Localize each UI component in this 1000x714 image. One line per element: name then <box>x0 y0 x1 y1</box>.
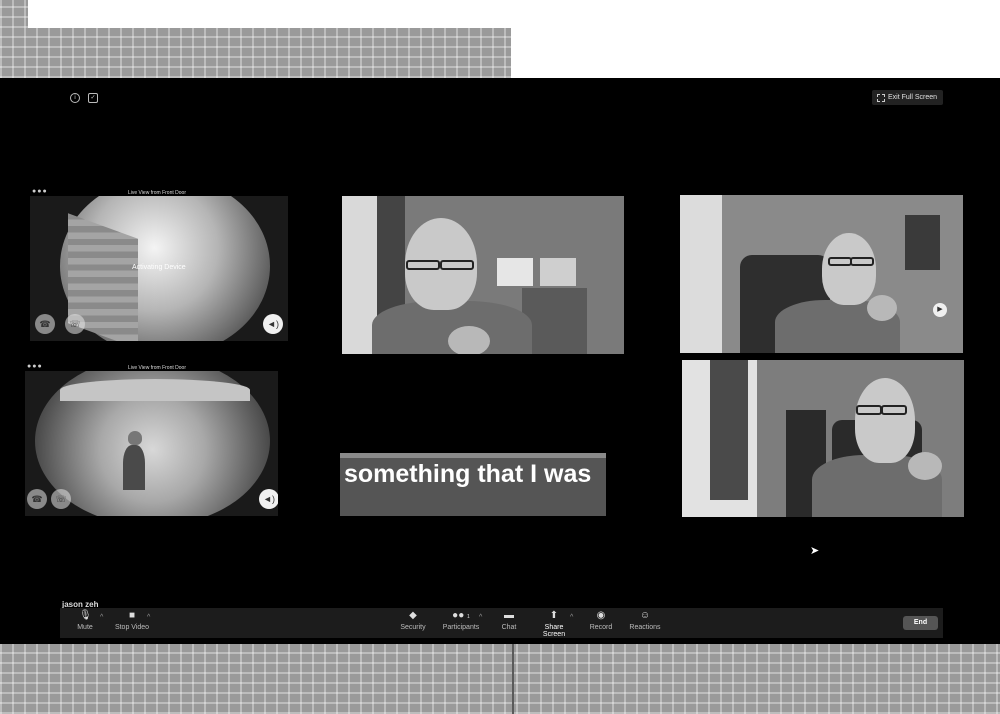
chevron-up-icon[interactable]: ^ <box>147 614 150 621</box>
mouse-cursor-icon: ➤ <box>810 545 820 557</box>
crate <box>497 258 533 286</box>
video-tile-front-door-top[interactable]: Activating Device ☎ ☏ ◄) <box>30 196 288 341</box>
person-head <box>822 233 876 305</box>
video-tile-front-door-bottom[interactable]: ☎ ☏ ◄) <box>25 371 278 516</box>
door <box>377 196 405 321</box>
glasses <box>828 257 852 266</box>
chevron-up-icon[interactable]: ^ <box>570 614 573 621</box>
microphone <box>867 295 897 321</box>
video-camera-icon: ■ <box>128 610 136 621</box>
shield-icon[interactable]: ✓ <box>88 93 98 103</box>
shield-icon: ◆ <box>409 610 417 621</box>
speaker-button[interactable]: ◄) <box>259 489 278 509</box>
share-screen-icon: ⬆ <box>549 610 559 621</box>
window-dots: ●●● <box>32 188 48 195</box>
chevron-up-icon[interactable]: ^ <box>479 614 482 621</box>
reactions-icon: ☺ <box>639 610 651 621</box>
chevron-up-icon[interactable]: ^ <box>100 614 103 621</box>
decline-call-button[interactable]: ☎ <box>35 314 55 334</box>
glasses <box>856 405 882 415</box>
participants-icon: ●● 1 <box>452 610 470 621</box>
video-tile-participant-right-bottom[interactable] <box>682 360 964 517</box>
play-button[interactable]: ▶ <box>933 303 947 317</box>
zoom-meeting-window: i ✓ Exit Full Screen ●●● Live View from … <box>0 78 1000 644</box>
porch-ceiling <box>60 379 250 401</box>
participants-button[interactable]: ●● 1 Participants <box>441 610 481 632</box>
end-meeting-button[interactable]: End <box>903 616 938 630</box>
glasses <box>850 257 874 266</box>
background-pattern <box>0 0 28 28</box>
info-icon[interactable]: i <box>70 93 80 103</box>
video-tile-participant-center[interactable] <box>342 196 624 354</box>
decline-call-button[interactable]: ☎ <box>27 489 47 509</box>
microphone <box>908 452 942 480</box>
reactions-button[interactable]: ☺ Reactions <box>628 610 662 632</box>
security-button[interactable]: ◆ Security <box>398 610 428 632</box>
video-tile-participant-right-top[interactable]: ▶ <box>680 195 963 353</box>
exit-full-screen-icon <box>877 94 885 102</box>
meeting-toolbar: 🎙 Mute ^ ■ Stop Video ^ ◆ Security ●● 1 … <box>60 608 943 638</box>
microphone <box>448 326 490 354</box>
chat-icon: ▬ <box>504 610 514 621</box>
record-icon: ◉ <box>596 610 606 621</box>
background-pattern <box>0 644 1000 714</box>
stop-video-button[interactable]: ■ Stop Video <box>112 610 152 632</box>
glasses <box>881 405 907 415</box>
glasses <box>406 260 440 270</box>
chat-button[interactable]: ▬ Chat <box>498 610 520 632</box>
door <box>710 360 748 500</box>
live-caption: something that I was <box>340 453 606 516</box>
equipment-rack <box>905 215 940 270</box>
mute-button[interactable]: 🎙 Mute <box>72 610 98 632</box>
door-frame <box>680 195 722 353</box>
person-head <box>855 378 915 463</box>
share-screen-button[interactable]: ⬆ Share Screen <box>533 610 575 639</box>
person-head <box>128 431 142 445</box>
window-dots: ●●● <box>27 363 43 370</box>
divider <box>512 644 514 714</box>
glasses <box>440 260 474 270</box>
call-button[interactable]: ☏ <box>65 314 85 334</box>
speaker-button[interactable]: ◄) <box>263 314 283 334</box>
call-button[interactable]: ☏ <box>51 489 71 509</box>
crate <box>540 258 576 286</box>
exit-full-screen-button[interactable]: Exit Full Screen <box>872 90 944 105</box>
record-button[interactable]: ◉ Record <box>589 610 613 632</box>
microphone-icon: 🎙 <box>79 610 92 621</box>
status-text: Activating Device <box>132 264 186 271</box>
person-body <box>123 445 145 490</box>
background-pattern <box>0 28 511 78</box>
